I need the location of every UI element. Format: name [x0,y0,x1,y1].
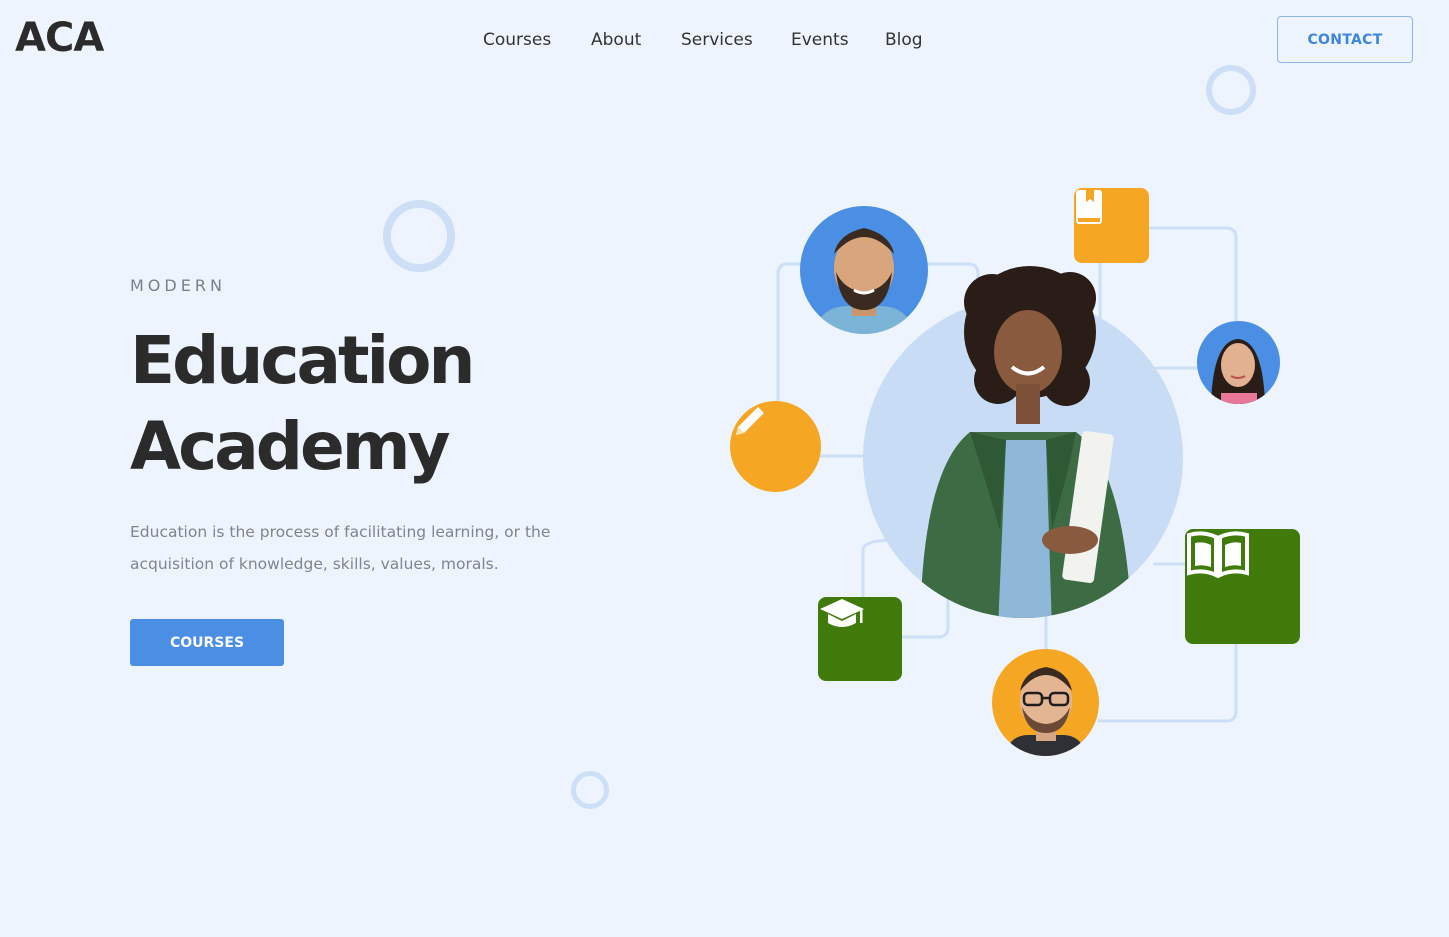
contact-button[interactable]: CONTACT [1277,16,1413,63]
hero-title-line2: Academy [130,408,451,485]
hero-illustration [700,170,1340,790]
nav-events-link[interactable]: Events [791,28,849,52]
nav-services-link[interactable]: Services [681,28,753,52]
nav-blog-link[interactable]: Blog [885,28,923,52]
avatar-woman [1197,321,1280,404]
hero-title: Education Academy [130,318,475,490]
decorative-ring [1206,65,1256,115]
open-book-icon [1185,529,1300,644]
avatar-man-beard [800,206,928,334]
decorative-ring [383,200,455,272]
hero-description: Education is the process of facilitating… [130,523,551,573]
decorative-ring [571,771,609,809]
courses-button[interactable]: COURSES [130,619,284,666]
pencil-icon [730,401,821,492]
nav-about-link[interactable]: About [591,28,641,52]
hero-title-line1: Education [130,322,475,399]
book-bookmark-icon [1074,188,1149,263]
main-nav: Courses About Services Events Blog [0,28,1449,52]
hero-eyebrow: MODERN [130,276,226,295]
nav-courses-link[interactable]: Courses [483,28,551,52]
graduation-cap-icon [818,597,902,681]
avatar-man-glasses [992,649,1099,756]
